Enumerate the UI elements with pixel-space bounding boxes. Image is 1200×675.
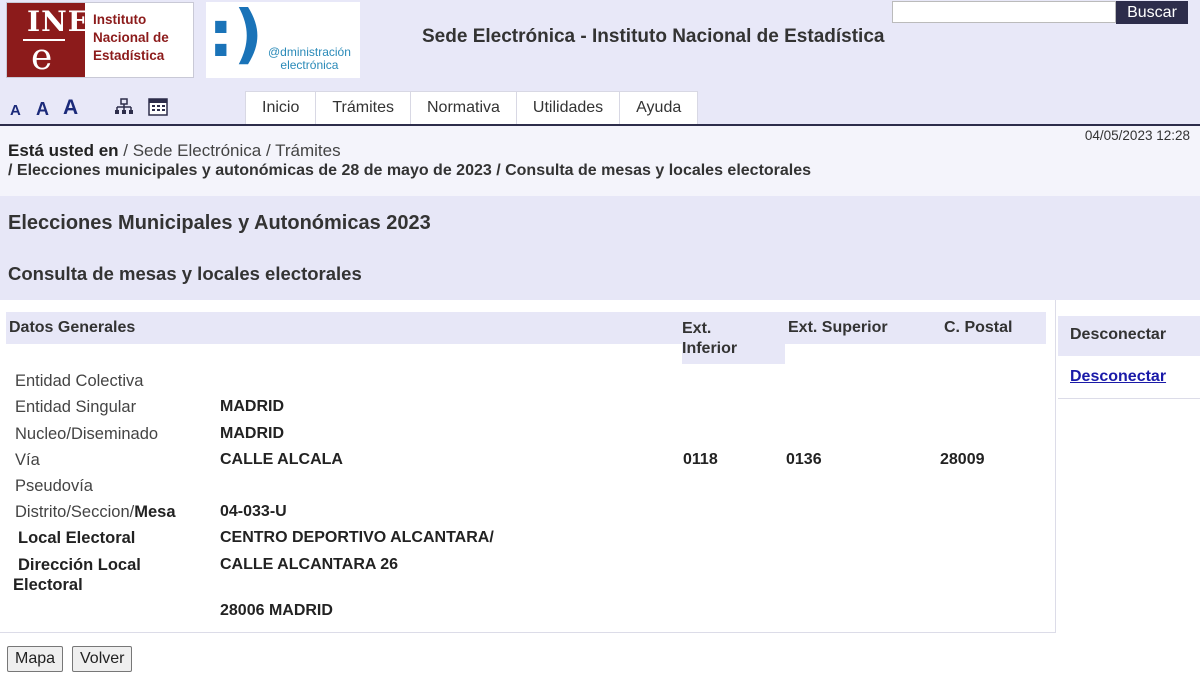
ine-logo-name: Instituto Nacional de Estadística (93, 11, 169, 65)
breadcrumb-path-2[interactable]: / Elecciones municipales y autonómicas d… (8, 162, 811, 180)
ine-logo-mark-e: e (31, 37, 53, 78)
value-ext-inferior: 0118 (683, 451, 718, 468)
label-nucleo: Nucleo/Diseminado (15, 425, 159, 443)
label-entidad-singular: Entidad Singular (15, 398, 137, 416)
smiley-logo-mark: :) (208, 0, 263, 72)
breadcrumb-prefix: Está usted en (8, 141, 119, 160)
sidebar: Desconectar Desconectar (1058, 300, 1200, 675)
label-local-electoral: Local Electoral (18, 529, 136, 547)
label-mesa: Mesa (134, 503, 176, 521)
label-via: Vía (15, 451, 40, 469)
value-entidad-singular: MADRID (220, 398, 284, 415)
value-distrito-seccion-mesa: 04-033-U (220, 503, 287, 520)
ine-logo[interactable]: INE e Instituto Nacional de Estadística (6, 2, 194, 78)
search-input[interactable] (892, 1, 1116, 23)
label-direccion-local-line-2: Electoral (13, 576, 83, 594)
value-via: CALLE ALCALA (220, 451, 343, 468)
site-header: INE e Instituto Nacional de Estadística … (0, 0, 1200, 126)
back-button[interactable]: Volver (72, 646, 133, 672)
page-heading-block: Elecciones Municipales y Autonómicas 202… (0, 196, 1200, 300)
breadcrumb-line-1: Está usted en / Sede Electrónica / Trámi… (8, 141, 341, 161)
map-button[interactable]: Mapa (7, 646, 64, 672)
value-nucleo: MADRID (220, 425, 284, 442)
results-panel: Datos Generales Ext. Inferior Ext. Super… (0, 300, 1056, 633)
tab-normativa[interactable]: Normativa (411, 91, 517, 125)
page-title: Elecciones Municipales y Autonómicas 202… (8, 212, 431, 234)
header-ext-inferior: Ext. Inferior (682, 320, 738, 357)
admin-logo-text: @dministración electrónica (268, 46, 351, 72)
breadcrumb: Está usted en / Sede Electrónica / Trámi… (0, 126, 1200, 196)
ine-logo-mark: INE e (7, 3, 89, 78)
label-direccion-local-line-1: Dirección Local (18, 556, 141, 574)
ine-logo-mark-top: INE (27, 5, 91, 38)
header-datos-generales: Datos Generales (9, 319, 136, 336)
tab-utilidades[interactable]: Utilidades (516, 91, 621, 125)
ine-name-line: Estadística (93, 48, 165, 63)
ine-name-line: Instituto (93, 12, 147, 27)
tab-ayuda[interactable]: Ayuda (620, 91, 699, 125)
value-codigo-postal: 28009 (940, 451, 985, 468)
sidebar-heading: Desconectar (1058, 316, 1200, 356)
page-subtitle: Consulta de mesas y locales electorales (8, 263, 362, 284)
label-entidad-colectiva: Entidad Colectiva (15, 372, 144, 390)
ine-name-line: Nacional de (93, 30, 169, 45)
header-codigo-postal: C. Postal (944, 319, 1013, 336)
label-distrito-seccion-mesa: Distrito/Seccion/Mesa (15, 503, 176, 522)
search-button[interactable]: Buscar (1116, 1, 1188, 24)
value-local-electoral: CENTRO DEPORTIVO ALCANTARA/ (220, 529, 494, 546)
main-nav-tabs: Inicio Trámites Normativa Utilidades Ayu… (245, 91, 699, 125)
breadcrumb-path-1[interactable]: / Sede Electrónica / Trámites (119, 141, 340, 160)
site-title: Sede Electrónica - Instituto Nacional de… (422, 26, 885, 47)
label-distrito-seccion: Distrito/Seccion/ (15, 503, 135, 521)
admin-logo-line: electrónica (280, 58, 339, 72)
calendar-icon[interactable] (148, 98, 168, 116)
sidebar-divider (1058, 398, 1200, 399)
value-ext-superior: 0136 (786, 451, 822, 468)
label-pseudovia: Pseudovía (15, 477, 93, 495)
value-direccion-postal: 28006 MADRID (220, 602, 333, 619)
sitemap-icon[interactable] (114, 98, 134, 116)
header-ext-superior: Ext. Superior (788, 319, 888, 336)
tab-inicio[interactable]: Inicio (245, 91, 317, 125)
table-header-bar (6, 312, 1046, 344)
current-datetime: 04/05/2023 12:28 (1084, 128, 1190, 143)
tab-tramites[interactable]: Trámites (316, 91, 411, 125)
value-direccion-local: CALLE ALCANTARA 26 (220, 556, 399, 573)
disconnect-link[interactable]: Desconectar (1070, 368, 1166, 386)
administracion-electronica-logo[interactable]: :) @dministración electrónica (206, 0, 360, 78)
